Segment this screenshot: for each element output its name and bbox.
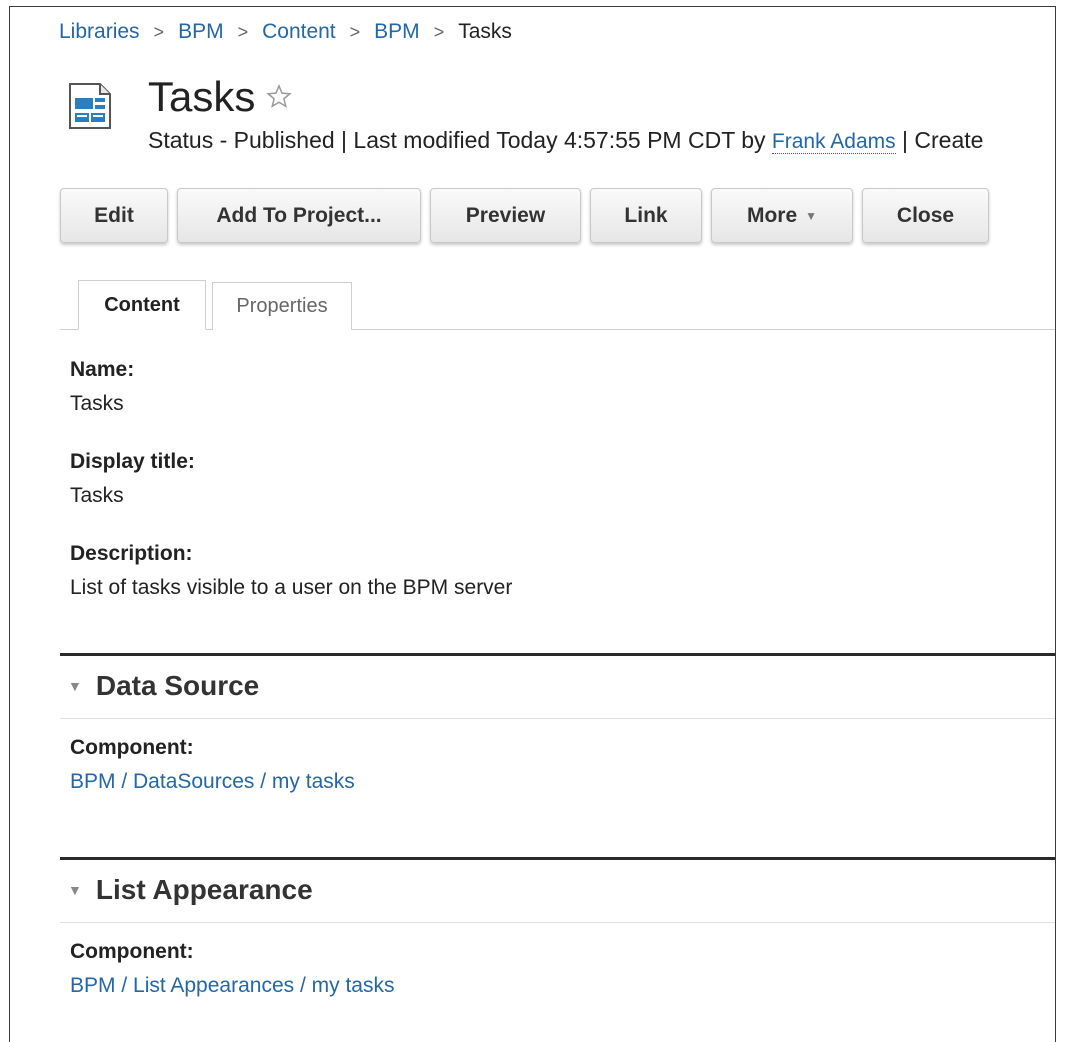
list-appearance-title: List Appearance	[95, 874, 313, 905]
link-button[interactable]: Link	[590, 188, 702, 243]
name-label: Name:	[70, 358, 135, 381]
more-button[interactable]: More ▼	[711, 188, 853, 243]
close-button-label: Close	[896, 203, 955, 227]
preview-button[interactable]: Preview	[430, 188, 581, 243]
tab-content[interactable]: Content	[78, 280, 206, 330]
section-underline	[60, 922, 1055, 923]
preview-button-label: Preview	[465, 203, 546, 227]
list-appearance-component-field: Component: BPM / List Appearances / my t…	[70, 940, 394, 998]
data-source-component-link[interactable]: BPM / DataSources / my tasks	[70, 770, 355, 794]
description-label: Description:	[70, 542, 193, 565]
name-value: Tasks	[70, 392, 124, 415]
tab-bar: Content Properties	[60, 277, 1055, 330]
section-divider	[60, 857, 1055, 860]
breadcrumb-current: Tasks	[458, 20, 512, 43]
data-source-component-label: Component:	[70, 736, 194, 759]
edit-button[interactable]: Edit	[60, 188, 168, 243]
status-text-suffix: | Create	[895, 127, 984, 153]
tab-content-label: Content	[104, 293, 180, 316]
close-button[interactable]: Close	[862, 188, 989, 243]
section-divider	[60, 653, 1055, 656]
display-title-value: Tasks	[70, 484, 124, 507]
section-underline	[60, 718, 1055, 719]
description-field: Description: List of tasks visible to a …	[70, 542, 512, 600]
triangle-down-icon: ▼	[68, 678, 82, 694]
triangle-down-icon: ▼	[68, 882, 82, 898]
breadcrumb: Libraries > BPM > Content > BPM > Tasks	[59, 20, 512, 44]
edit-button-label: Edit	[94, 203, 134, 227]
add-to-project-button[interactable]: Add To Project...	[177, 188, 421, 243]
content-frame: Libraries > BPM > Content > BPM > Tasks …	[9, 6, 1056, 1042]
list-appearance-component-label: Component:	[70, 940, 194, 963]
name-field: Name: Tasks	[70, 358, 134, 416]
description-value: List of tasks visible to a user on the B…	[70, 576, 513, 599]
data-source-section-header[interactable]: ▼ Data Source	[68, 670, 259, 702]
document-icon	[69, 83, 111, 129]
breadcrumb-bpm[interactable]: BPM	[178, 20, 224, 44]
data-source-component-field: Component: BPM / DataSources / my tasks	[70, 736, 355, 794]
more-button-label: More	[746, 203, 798, 227]
status-text: Status - Published | Last modified Today…	[148, 127, 772, 153]
add-to-project-label: Add To Project...	[216, 203, 382, 227]
list-appearance-section-header[interactable]: ▼ List Appearance	[68, 874, 313, 906]
display-title-field: Display title: Tasks	[70, 450, 195, 508]
breadcrumb-separator: >	[237, 21, 249, 42]
data-source-title: Data Source	[95, 670, 260, 701]
breadcrumb-content[interactable]: Content	[262, 20, 336, 44]
breadcrumb-libraries[interactable]: Libraries	[59, 20, 140, 44]
status-line: Status - Published | Last modified Today…	[148, 127, 983, 154]
list-appearance-component-link[interactable]: BPM / List Appearances / my tasks	[70, 974, 394, 998]
display-title-label: Display title:	[70, 450, 195, 473]
breadcrumb-separator: >	[433, 21, 445, 42]
page-title: Tasks	[148, 73, 256, 120]
modified-by-link[interactable]: Frank Adams	[771, 130, 896, 154]
breadcrumb-separator: >	[349, 21, 361, 42]
link-button-label: Link	[624, 203, 668, 227]
page-title-row: Tasks	[148, 73, 293, 121]
tab-properties-label: Properties	[236, 295, 328, 317]
star-icon[interactable]	[265, 83, 293, 111]
tab-properties[interactable]: Properties	[212, 282, 352, 330]
breadcrumb-bpm-library[interactable]: BPM	[374, 20, 420, 44]
caret-down-icon: ▼	[805, 208, 818, 223]
breadcrumb-separator: >	[153, 21, 165, 42]
